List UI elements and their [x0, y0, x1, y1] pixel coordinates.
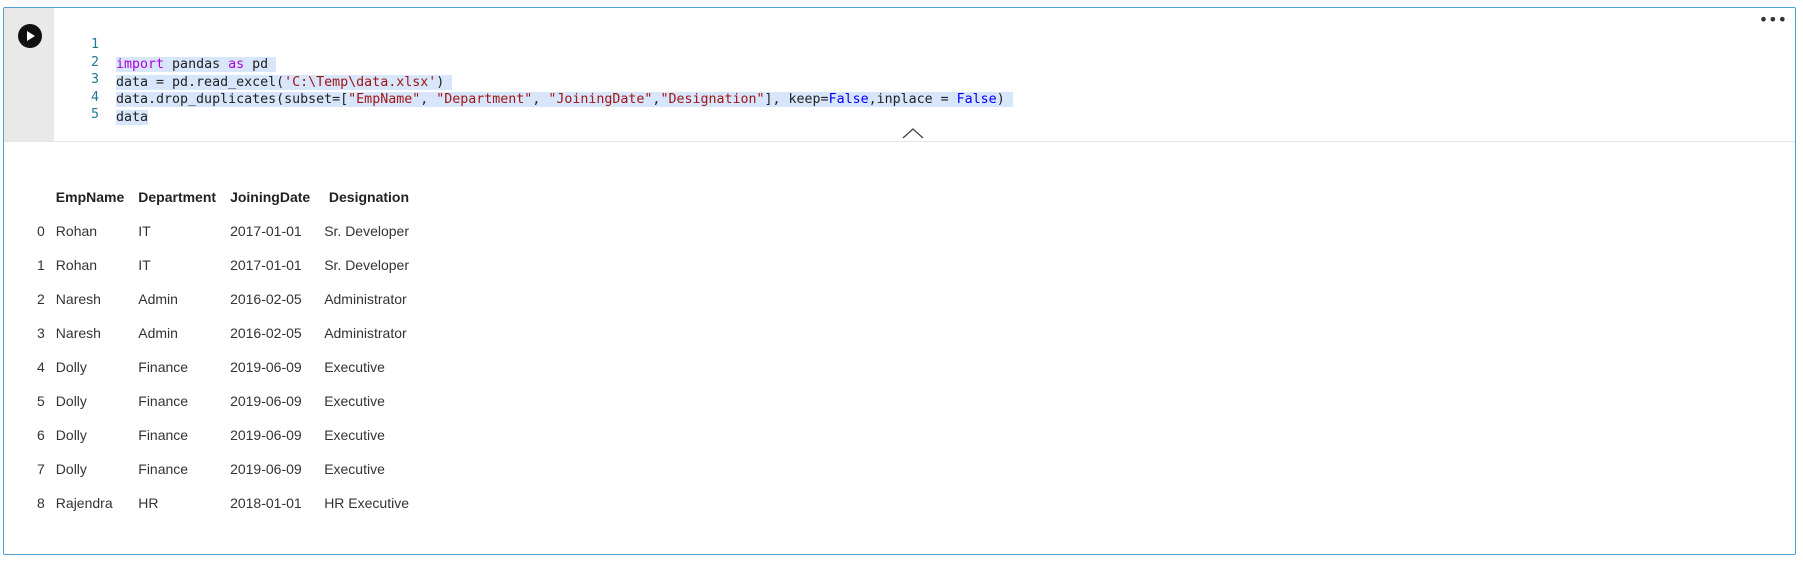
table-cell: HR Executive	[324, 495, 409, 511]
table-cell: Administrator	[324, 325, 407, 341]
table-cell: Sr. Developer	[324, 223, 410, 239]
table-row: 8 Rajendra HR 2018-01-01 HR Executive	[30, 486, 416, 520]
table-cell: Admin	[138, 291, 178, 307]
table-cell: Dolly	[55, 359, 87, 375]
table-cell: Naresh	[55, 325, 101, 341]
row-index: 8	[37, 495, 45, 511]
table-cell: Finance	[138, 461, 189, 477]
table-cell: Dolly	[55, 461, 87, 477]
notebook-cell[interactable]: ••• 1 import pandas as pd 2 data = pd.re…	[3, 7, 1796, 555]
table-cell: Admin	[138, 325, 178, 341]
table-cell: Finance	[138, 359, 189, 375]
cell-gutter	[4, 8, 54, 141]
table-cell: 2016-02-05	[230, 325, 302, 341]
row-index: 6	[37, 427, 45, 443]
column-header: Designation	[328, 189, 410, 205]
table-row: 7 Dolly Finance 2019-06-09 Executive	[30, 452, 416, 486]
row-index: 4	[37, 359, 45, 375]
table-row: 1 Rohan IT 2017-01-01 Sr. Developer	[30, 248, 416, 282]
table-cell: 2019-06-09	[230, 359, 302, 375]
table-cell: Administrator	[324, 291, 407, 307]
table-header-row: EmpName Department JoiningDate Designati…	[30, 180, 416, 214]
table-row: 4 Dolly Finance 2019-06-09 Executive	[30, 350, 416, 384]
cell-output: EmpName Department JoiningDate Designati…	[4, 142, 1795, 554]
table-cell: Dolly	[55, 393, 87, 409]
table-cell: IT	[138, 257, 151, 273]
table-cell: IT	[138, 223, 151, 239]
table-cell: 2018-01-01	[230, 495, 302, 511]
table-row: 5 Dolly Finance 2019-06-09 Executive	[30, 384, 416, 418]
collapse-editor-button[interactable]	[902, 126, 924, 140]
table-cell: 2019-06-09	[230, 427, 302, 443]
index-header	[30, 180, 49, 214]
table-cell: Dolly	[55, 427, 87, 443]
row-index: 5	[37, 393, 45, 409]
table-cell: Executive	[324, 359, 385, 375]
column-header: Department	[138, 189, 217, 205]
table-cell: Executive	[324, 393, 385, 409]
table-cell: HR	[138, 495, 159, 511]
table-cell: 2016-02-05	[230, 291, 302, 307]
column-header: JoiningDate	[230, 189, 311, 205]
table-row: 0 Rohan IT 2017-01-01 Sr. Developer	[30, 214, 416, 248]
code-editor[interactable]: 1 import pandas as pd 2 data = pd.read_e…	[54, 15, 1795, 135]
table-row: 2 Naresh Admin 2016-02-05 Administrator	[30, 282, 416, 316]
column-header: EmpName	[55, 189, 125, 205]
dataframe-table: EmpName Department JoiningDate Designati…	[30, 180, 416, 520]
table-cell: 2019-06-09	[230, 461, 302, 477]
code-text: data	[116, 109, 149, 125]
table-cell: Rohan	[55, 223, 98, 239]
row-index: 3	[37, 325, 45, 341]
table-row: 3 Naresh Admin 2016-02-05 Administrator	[30, 316, 416, 350]
table-cell: 2017-01-01	[230, 257, 302, 273]
row-index: 2	[37, 291, 45, 307]
table-cell: Executive	[324, 427, 385, 443]
table-row: 6 Dolly Finance 2019-06-09 Executive	[30, 418, 416, 452]
chevron-up-icon	[902, 128, 924, 139]
line-number: 5	[90, 107, 99, 122]
row-index: 1	[37, 257, 45, 273]
row-index: 7	[37, 461, 45, 477]
table-cell: 2017-01-01	[230, 223, 302, 239]
row-index: 0	[37, 223, 45, 239]
table-cell: Naresh	[55, 291, 101, 307]
table-cell: Rohan	[55, 257, 98, 273]
table-cell: Finance	[138, 427, 189, 443]
table-cell: Finance	[138, 393, 189, 409]
code-line: 5	[54, 85, 102, 122]
code-text: data.drop_duplicates(subset=["EmpName", …	[116, 92, 1013, 107]
table-cell: Executive	[324, 461, 385, 477]
run-cell-button[interactable]	[18, 24, 42, 48]
table-cell: Sr. Developer	[324, 257, 410, 273]
table-cell: Rajendra	[55, 495, 113, 511]
table-cell: 2019-06-09	[230, 393, 302, 409]
